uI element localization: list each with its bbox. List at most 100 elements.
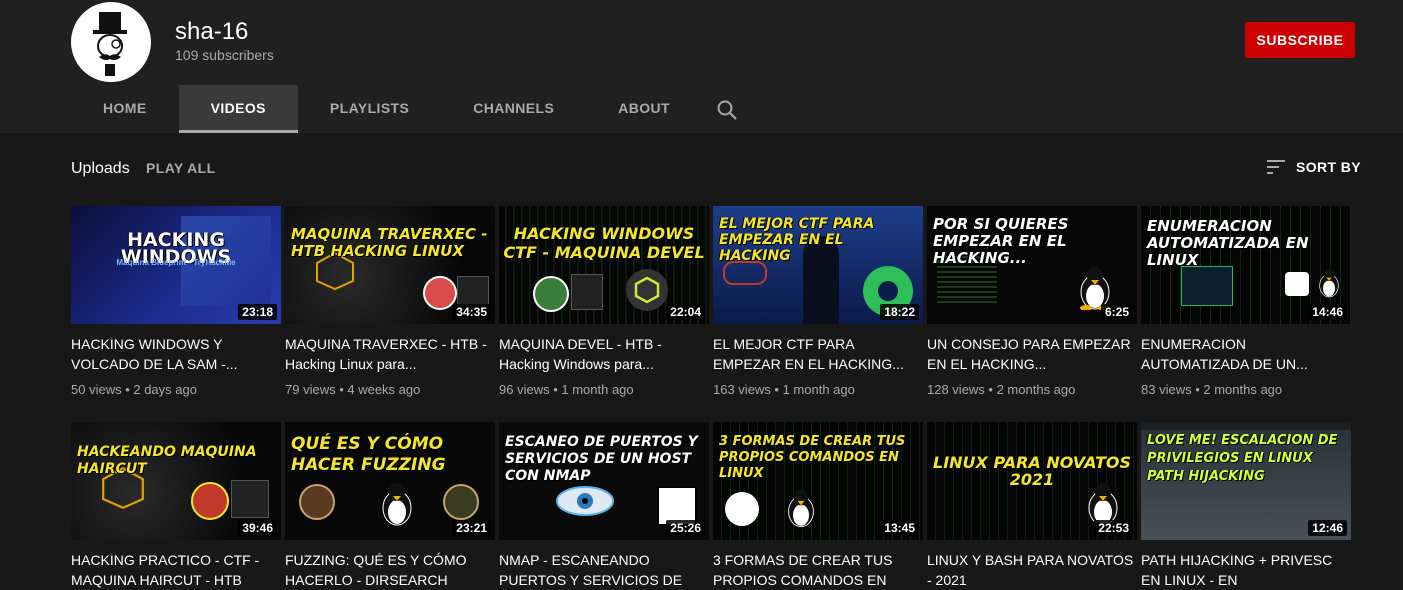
thumbnail-title: ENUMERACION AUTOMATIZADA EN LINUX — [1147, 217, 1309, 269]
video-thumbnail[interactable]: EL MEJOR CTF PARA EMPEZAR EN EL HACKING … — [713, 206, 923, 324]
video-meta: 96 views • 1 month ago — [499, 382, 634, 397]
tux-penguin-icon — [382, 483, 412, 526]
thumbnail-title: QUÉ ES Y CÓMO HACER FUZZING — [291, 434, 446, 475]
thumbnail-title: HACKEANDO MAQUINA HAIRCUT — [77, 444, 257, 477]
video-duration: 6:25 — [1100, 304, 1133, 320]
video-title[interactable]: HACKING WINDOWS Y VOLCADO DE LA SAM -... — [71, 334, 281, 374]
avatar-badge — [533, 276, 569, 312]
cube-icon — [626, 269, 668, 311]
video-thumbnail[interactable]: ESCANEO DE PUERTOS Y SERVICIOS DE UN HOS… — [499, 422, 709, 540]
video-duration: 34:35 — [452, 304, 491, 320]
video-meta: 79 views • 4 weeks ago — [285, 382, 421, 397]
tab-channels[interactable]: CHANNELS — [441, 85, 586, 133]
tab-playlists[interactable]: PLAYLISTS — [298, 85, 441, 133]
upload-age: 2 months ago — [996, 382, 1076, 397]
view-count: 163 views — [713, 382, 771, 397]
video-title[interactable]: LINUX Y BASH PARA NOVATOS - 2021 — [927, 550, 1137, 590]
view-count: 128 views — [927, 382, 985, 397]
video-meta: 83 views • 2 months ago — [1141, 382, 1283, 397]
avatar-badge — [191, 482, 229, 520]
video-title[interactable]: UN CONSEJO PARA EMPEZAR EN EL HACKING... — [927, 334, 1137, 374]
tux-penguin-icon — [788, 489, 814, 528]
channel-avatar[interactable] — [71, 2, 151, 82]
video-card[interactable]: HACKEANDO MAQUINA HAIRCUT 39:46 HACKING … — [71, 422, 281, 590]
view-count: 83 views — [1141, 382, 1192, 397]
sort-by-label: SORT BY — [1296, 159, 1362, 175]
view-count: 79 views — [285, 382, 336, 397]
video-thumbnail[interactable]: HACKING WINDOWS CTF - MAQUINA DEVEL 22:0… — [499, 206, 709, 324]
video-duration: 23:18 — [238, 304, 277, 320]
video-card[interactable]: MAQUINA TRAVERXEC - HTB HACKING LINUX 34… — [285, 206, 495, 397]
upload-age: 1 month ago — [561, 382, 634, 397]
thumbnail-title: LOVE ME! ESCALACION DE PRIVILEGIOS EN LI… — [1147, 433, 1338, 484]
upload-age: 1 month ago — [782, 382, 855, 397]
video-duration: 13:45 — [880, 520, 919, 536]
channel-name: sha-16 — [175, 18, 249, 45]
channel-tabs: HOME VIDEOS PLAYLISTS CHANNELS ABOUT — [71, 85, 702, 133]
video-duration: 18:22 — [880, 304, 919, 320]
play-all-button[interactable]: PLAY ALL — [146, 160, 216, 176]
video-card[interactable]: HACKING WINDOWS CTF - MAQUINA DEVEL 22:0… — [499, 206, 709, 397]
video-title[interactable]: MAQUINA TRAVERXEC - HTB - Hacking Linux … — [285, 334, 495, 374]
video-card[interactable]: QUÉ ES Y CÓMO HACER FUZZING 23:21 FUZZIN… — [285, 422, 495, 590]
thumbnail-title: MAQUINA TRAVERXEC - HTB HACKING LINUX — [291, 225, 488, 260]
view-count: 96 views — [499, 382, 550, 397]
video-meta: 163 views • 1 month ago — [713, 382, 855, 397]
upload-age: 2 days ago — [133, 382, 197, 397]
video-title[interactable]: NMAP - ESCANEANDO PUERTOS Y SERVICIOS DE — [499, 550, 709, 590]
subscribe-button[interactable]: SUBSCRIBE — [1245, 22, 1355, 58]
thumbnail-title: EL MEJOR CTF PARA EMPEZAR EN EL HACKING — [719, 216, 875, 264]
video-card[interactable]: POR SI QUIERES EMPEZAR EN EL HACKING... … — [927, 206, 1137, 397]
view-count: 50 views — [71, 382, 122, 397]
tab-home[interactable]: HOME — [71, 85, 179, 133]
video-title[interactable]: FUZZING: QUÉ ES Y CÓMO HACERLO - DIRSEAR… — [285, 550, 495, 590]
thumbnail-title: POR SI QUIERES EMPEZAR EN EL HACKING... — [933, 215, 1069, 267]
video-title[interactable]: 3 FORMAS DE CREAR TUS PROPIOS COMANDOS E… — [713, 550, 923, 590]
search-icon[interactable] — [716, 99, 738, 121]
video-meta: 128 views • 2 months ago — [927, 382, 1076, 397]
thumbnail-subtitle: Máquina Blueprint - TryHackMe — [116, 258, 236, 267]
video-card[interactable]: HACKING WINDOWS Máquina Blueprint - TryH… — [71, 206, 281, 397]
sort-by-button[interactable]: SORT BY — [1266, 157, 1361, 177]
video-card[interactable]: EL MEJOR CTF PARA EMPEZAR EN EL HACKING … — [713, 206, 923, 397]
nmap-eye-icon — [556, 486, 614, 516]
thumbnail-title: HACKING WINDOWS CTF - MAQUINA DEVEL — [503, 224, 705, 262]
video-card[interactable]: ESCANEO DE PUERTOS Y SERVICIOS DE UN HOS… — [499, 422, 709, 590]
upload-age: 4 weeks ago — [347, 382, 421, 397]
video-thumbnail[interactable]: 3 FORMAS DE CREAR TUS PROPIOS COMANDOS E… — [713, 422, 923, 540]
video-title[interactable]: HACKING PRACTICO - CTF - MAQUINA HAIRCUT… — [71, 550, 281, 590]
tux-penguin-icon — [1319, 269, 1339, 298]
video-thumbnail[interactable]: QUÉ ES Y CÓMO HACER FUZZING 23:21 — [285, 422, 495, 540]
video-duration: 12:46 — [1308, 520, 1347, 536]
video-thumbnail[interactable]: LOVE ME! ESCALACION DE PRIVILEGIOS EN LI… — [1141, 422, 1351, 540]
sort-icon — [1267, 160, 1285, 174]
video-thumbnail[interactable]: LINUX PARA NOVATOS 2021 22:53 — [927, 422, 1137, 540]
video-thumbnail[interactable]: MAQUINA TRAVERXEC - HTB HACKING LINUX 34… — [285, 206, 495, 324]
video-card[interactable]: LOVE ME! ESCALACION DE PRIVILEGIOS EN LI… — [1141, 422, 1351, 590]
video-duration: 22:53 — [1094, 520, 1133, 536]
video-duration: 14:46 — [1308, 304, 1347, 320]
video-thumbnail[interactable]: POR SI QUIERES EMPEZAR EN EL HACKING... … — [927, 206, 1137, 324]
thumbnail-title: ESCANEO DE PUERTOS Y SERVICIOS DE UN HOS… — [505, 434, 698, 484]
video-title[interactable]: MAQUINA DEVEL - HTB - Hacking Windows pa… — [499, 334, 709, 374]
top-hat-gentleman-icon — [93, 12, 127, 76]
video-meta: 50 views • 2 days ago — [71, 382, 197, 397]
video-card[interactable]: ENUMERACION AUTOMATIZADA EN LINUX 14:46 … — [1141, 206, 1351, 397]
video-title[interactable]: PATH HIJACKING + PRIVESC EN LINUX - EN — [1141, 550, 1351, 590]
video-card[interactable]: LINUX PARA NOVATOS 2021 22:53 LINUX Y BA… — [927, 422, 1137, 590]
video-duration: 25:26 — [666, 520, 705, 536]
video-title[interactable]: EL MEJOR CTF PARA EMPEZAR EN EL HACKING.… — [713, 334, 923, 374]
channel-header: sha-16 109 subscribers SUBSCRIBE HOME VI… — [0, 0, 1403, 133]
upload-age: 2 months ago — [1203, 382, 1283, 397]
subscriber-count: 109 subscribers — [175, 47, 274, 63]
tab-about[interactable]: ABOUT — [586, 85, 702, 133]
video-card[interactable]: 3 FORMAS DE CREAR TUS PROPIOS COMANDOS E… — [713, 422, 923, 590]
uploads-heading: Uploads — [71, 160, 130, 177]
video-title[interactable]: ENUMERACION AUTOMATIZADA DE UN... — [1141, 334, 1351, 374]
video-thumbnail[interactable]: HACKING WINDOWS Máquina Blueprint - TryH… — [71, 206, 281, 324]
video-thumbnail[interactable]: HACKEANDO MAQUINA HAIRCUT 39:46 — [71, 422, 281, 540]
video-thumbnail[interactable]: ENUMERACION AUTOMATIZADA EN LINUX 14:46 — [1141, 206, 1351, 324]
tab-videos[interactable]: VIDEOS — [178, 85, 298, 133]
video-duration: 23:21 — [452, 520, 491, 536]
thumbnail-title: 3 FORMAS DE CREAR TUS PROPIOS COMANDOS E… — [719, 434, 906, 481]
